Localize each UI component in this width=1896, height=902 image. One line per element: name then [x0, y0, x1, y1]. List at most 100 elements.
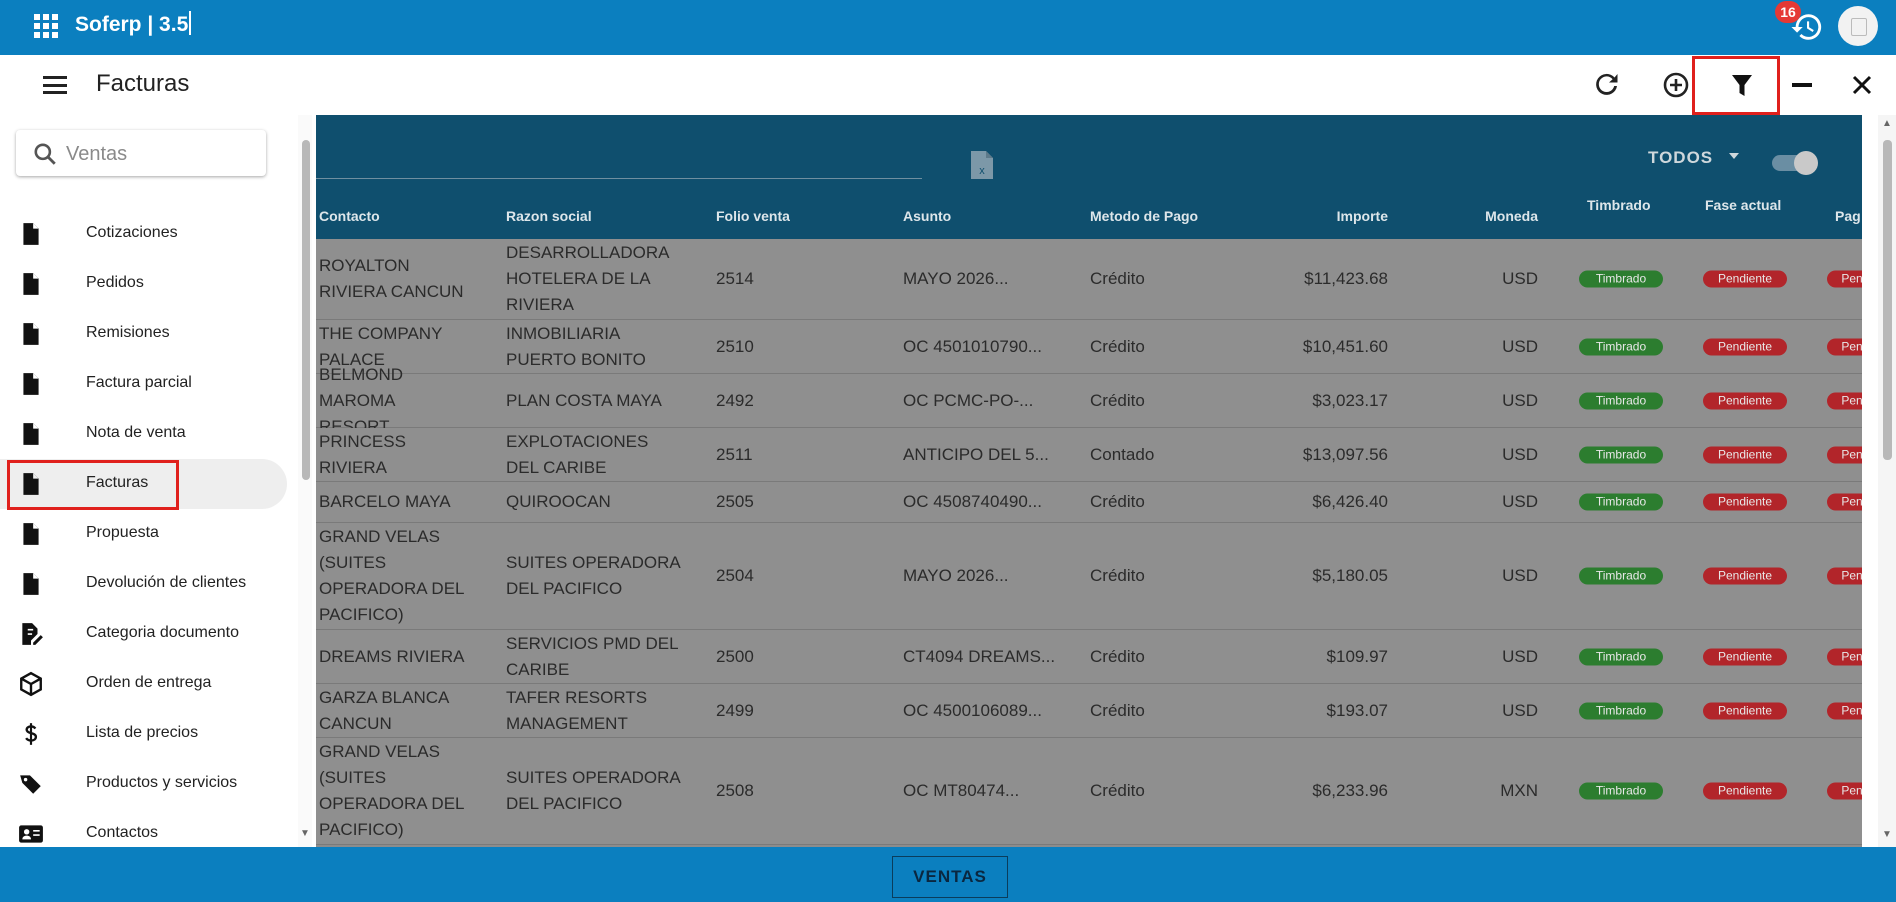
column-header-moneda[interactable]: Moneda	[1466, 208, 1538, 224]
status-badge: Pendiente	[1703, 702, 1787, 719]
sidebar-item-lista-de-precios[interactable]: Lista de precios	[0, 709, 290, 759]
timbrado-badge: Timbrado	[1579, 338, 1663, 355]
cell-folio: 2499	[716, 700, 754, 720]
sidebar-item-pedidos[interactable]: Pedidos	[0, 259, 290, 309]
close-icon[interactable]	[1842, 65, 1882, 105]
table-row[interactable]: THE COMPANY PALACE INMOBILIARIA PUERTO B…	[316, 320, 1862, 374]
payment-badge: Pen	[1827, 270, 1862, 288]
table-row[interactable]: BARCELO MAYA QUIROOCAN 2505 OC 450874049…	[316, 482, 1862, 523]
table-scroll-up-icon[interactable]: ▲	[1882, 118, 1892, 129]
cell-folio: 2505	[716, 492, 754, 511]
status-badge: Pendiente	[1703, 782, 1787, 800]
timbrado-badge: Timbrado	[1579, 702, 1663, 719]
table-scroll-down-icon[interactable]: ▼	[1882, 829, 1892, 840]
cell-importe: $6,426.40	[1312, 492, 1388, 511]
cell-asunto: OC 4508740490...	[903, 492, 1042, 511]
table-body: ROYALTON RIVIERA CANCUN DESARROLLADORA H…	[316, 239, 1862, 845]
hamburger-menu-icon[interactable]	[43, 76, 67, 94]
cell-importe: $6,233.96	[1312, 781, 1388, 800]
minimize-icon[interactable]	[1782, 65, 1822, 105]
cell-moneda: USD	[1502, 336, 1538, 356]
ventas-module-button[interactable]: VENTAS	[892, 856, 1008, 898]
timbrado-badge: Timbrado	[1579, 446, 1663, 463]
refresh-icon[interactable]	[1587, 65, 1627, 105]
sidebar-item-contactos[interactable]: Contactos	[0, 809, 290, 847]
table-row[interactable]: ROYALTON RIVIERA CANCUN DESARROLLADORA H…	[316, 239, 1862, 320]
sidebar-item-nota-de-venta[interactable]: Nota de venta	[0, 409, 290, 459]
invoice-table-panel: x TODOS Contacto Razon social Folio vent…	[316, 115, 1862, 847]
column-header-metodo-de-pago[interactable]: Metodo de Pago	[1090, 208, 1198, 224]
show-all-toggle[interactable]	[1772, 149, 1820, 175]
table-row[interactable]: GRAND VELAS (SUITES OPERADORA DEL PACIFI…	[316, 523, 1862, 630]
cell-razon-social: TAFER RESORTS MANAGEMENT	[506, 687, 648, 733]
sidebar-item-devolucion-de-clientes[interactable]: Devolución de clientes	[0, 559, 290, 609]
table-row[interactable]: PRINCESS RIVIERA EXPLOTACIONES DEL CARIB…	[316, 428, 1862, 482]
sidebar-item-categoria-documento[interactable]: Categoria documento	[0, 609, 290, 659]
svg-text:x: x	[979, 165, 985, 177]
cell-metodo-pago: Crédito	[1090, 390, 1145, 410]
column-header-razon-social[interactable]: Razon social	[506, 208, 592, 224]
cell-moneda: USD	[1502, 700, 1538, 720]
sidebar-item-label: Lista de precios	[86, 724, 199, 741]
column-header-fase-actual[interactable]: Fase actual	[1705, 197, 1781, 213]
cell-razon-social: SUITES OPERADORA DEL PACIFICO	[506, 553, 680, 598]
cell-asunto: OC 4500106089...	[903, 700, 1042, 720]
cell-metodo-pago: Crédito	[1090, 336, 1145, 356]
status-filter-select[interactable]: TODOS	[1648, 148, 1713, 168]
column-header-asunto[interactable]: Asunto	[903, 208, 951, 224]
sidebar-search[interactable]	[16, 130, 266, 176]
status-badge: Pendiente	[1703, 648, 1787, 665]
column-header-timbrado[interactable]: Timbrado	[1587, 197, 1651, 213]
table-scrollbar-thumb[interactable]	[1883, 140, 1892, 460]
table-search-input[interactable]	[316, 178, 922, 179]
excel-export-icon[interactable]: x	[969, 150, 995, 180]
sidebar-item-remisiones[interactable]: Remisiones	[0, 309, 290, 359]
chevron-down-icon[interactable]	[1729, 153, 1739, 159]
sidebar-item-propuesta[interactable]: Propuesta	[0, 509, 290, 559]
sidebar-scroll-down-icon[interactable]: ▼	[300, 828, 310, 839]
cell-moneda: USD	[1502, 492, 1538, 511]
cell-importe: $11,423.68	[1304, 269, 1388, 288]
sidebar-scrollbar-thumb[interactable]	[302, 140, 310, 480]
table-row[interactable]: GARZA BLANCA CANCUN TAFER RESORTS MANAGE…	[316, 684, 1862, 738]
table-row[interactable]: DREAMS RIVIERA SERVICIOS PMD DEL CARIBE …	[316, 630, 1862, 684]
table-row[interactable]: GRAND VELAS (SUITES OPERADORA DEL PACIFI…	[316, 738, 1862, 845]
status-badge: Pendiente	[1703, 338, 1787, 355]
sidebar-item-factura-parcial[interactable]: Factura parcial	[0, 359, 290, 409]
cell-folio: 2514	[716, 269, 754, 288]
cell-moneda: USD	[1502, 390, 1538, 410]
cell-folio: 2500	[716, 646, 754, 666]
sidebar-item-cotizaciones[interactable]: Cotizaciones	[0, 209, 290, 259]
payment-badge: Pen	[1827, 446, 1862, 463]
payment-badge: Pen	[1827, 567, 1862, 585]
tags-icon	[20, 775, 41, 794]
cell-contacto: PRINCESS RIVIERA	[319, 431, 406, 477]
notification-badge[interactable]: 16	[1775, 1, 1801, 23]
user-avatar[interactable]	[1838, 6, 1878, 46]
column-header-contacto[interactable]: Contacto	[319, 208, 380, 224]
timbrado-badge: Timbrado	[1579, 392, 1663, 409]
sidebar-item-label: Orden de entrega	[86, 674, 212, 691]
column-header-folio-venta[interactable]: Folio venta	[716, 208, 790, 224]
column-header-importe[interactable]: Importe	[1316, 208, 1388, 224]
apps-grid-icon[interactable]	[34, 14, 58, 38]
status-badge: Pendiente	[1703, 392, 1787, 409]
payment-badge: Pen	[1827, 338, 1862, 355]
payment-badge: Pen	[1827, 392, 1862, 409]
sidebar-item-productos-y-servicios[interactable]: Productos y servicios	[0, 759, 290, 809]
sidebar-item-orden-de-entrega[interactable]: Orden de entrega	[0, 659, 290, 709]
cell-importe: $3,023.17	[1312, 390, 1388, 410]
top-app-bar: Soferp | 3.5 16	[0, 0, 1896, 55]
document-icon	[23, 223, 39, 245]
cell-razon-social: DESARROLLADORA HOTELERA DE LA RIVIERA	[506, 243, 669, 314]
sidebar-item-label: Pedidos	[86, 274, 144, 291]
cell-folio: 2492	[716, 390, 754, 410]
page-title: Facturas	[96, 70, 190, 97]
table-row[interactable]: BELMOND MAROMA RESORT PLAN COSTA MAYA 24…	[316, 365, 1862, 436]
cell-moneda: USD	[1502, 566, 1538, 585]
column-header-pago[interactable]: Pag	[1835, 208, 1861, 224]
add-circle-icon[interactable]	[1656, 65, 1696, 105]
payment-badge: Pen	[1827, 493, 1862, 511]
facturas-item-highlight	[7, 460, 179, 510]
sidebar-search-input[interactable]	[64, 140, 258, 168]
